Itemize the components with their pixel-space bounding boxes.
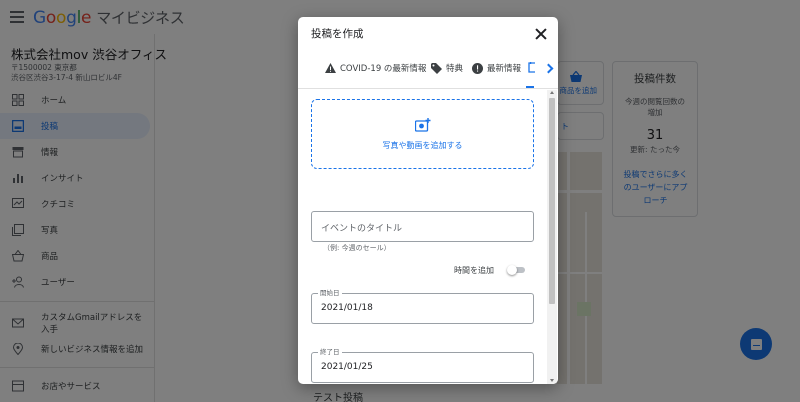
- start-date-field[interactable]: 開始日 2021/01/18: [311, 289, 534, 324]
- chevron-right-icon[interactable]: [542, 62, 556, 76]
- create-post-dialog: 投稿を作成 COVID-19 の最新情報 特典 最新情報 写真や動画を追加する …: [298, 17, 558, 384]
- warning-icon: [325, 63, 336, 73]
- add-time-label: 時間を追加: [454, 266, 494, 275]
- scroll-up-arrow-icon[interactable]: [550, 91, 554, 94]
- add-media-label: 写真や動画を追加する: [382, 141, 463, 150]
- toggle-thumb: [507, 265, 517, 275]
- dialog-title: 投稿を作成: [311, 28, 364, 40]
- tab-label: 最新情報: [487, 64, 522, 74]
- add-time-toggle[interactable]: [507, 265, 525, 275]
- active-tab-indicator: [526, 86, 534, 88]
- dialog-scrollbar[interactable]: [547, 90, 557, 384]
- close-icon[interactable]: [533, 26, 549, 42]
- start-date-label: 開始日: [318, 289, 342, 297]
- tab-label: COVID-19 の最新情報: [340, 64, 427, 74]
- tag-icon: [431, 62, 442, 74]
- start-date-value: 2021/01/18: [321, 303, 373, 313]
- end-date-field[interactable]: 終了日 2021/01/25: [311, 348, 534, 383]
- event-title-placeholder: イベントのタイトル: [321, 224, 403, 234]
- calendar-event-icon: [528, 62, 535, 73]
- scroll-down-arrow-icon[interactable]: [550, 379, 554, 382]
- alert-circle-icon: [472, 62, 483, 74]
- scrollbar-thumb[interactable]: [549, 98, 555, 304]
- tab-event[interactable]: [528, 62, 539, 73]
- tab-covid[interactable]: COVID-19 の最新情報: [325, 62, 426, 74]
- event-title-helper: （例: 今週のセール）: [323, 244, 391, 252]
- event-title-input[interactable]: イベントのタイトル: [311, 211, 534, 242]
- tab-offer[interactable]: 特典: [431, 62, 463, 74]
- add-photo-icon: [415, 118, 431, 132]
- tab-label: 特典: [446, 64, 464, 74]
- end-date-value: 2021/01/25: [321, 362, 373, 372]
- add-media-dropzone[interactable]: 写真や動画を追加する: [311, 99, 534, 169]
- post-type-tabs: COVID-19 の最新情報 特典 最新情報: [298, 51, 558, 89]
- tab-update[interactable]: 最新情報: [472, 62, 521, 74]
- end-date-label: 終了日: [318, 348, 342, 356]
